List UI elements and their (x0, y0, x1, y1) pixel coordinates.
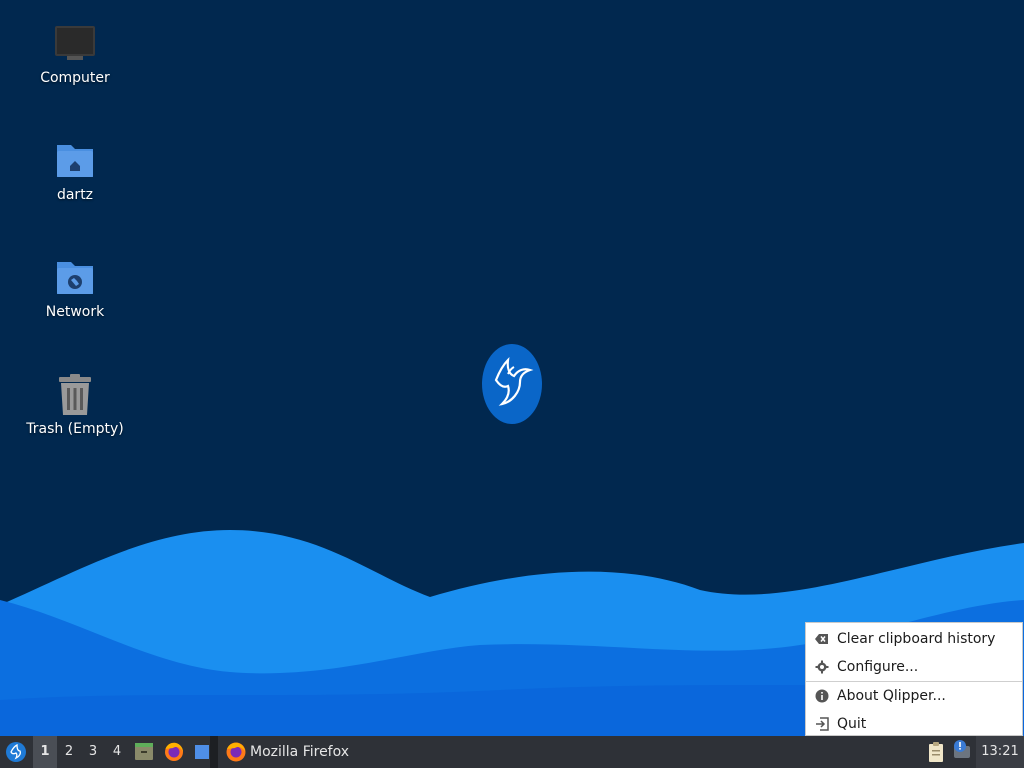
info-icon (815, 689, 829, 703)
desktop-icon-computer[interactable]: Computer (20, 20, 130, 86)
lubuntu-menu-icon (6, 742, 26, 762)
tray-notification[interactable] (950, 736, 974, 768)
network-folder-icon (57, 262, 93, 294)
menu-item-quit[interactable]: Quit (806, 710, 1022, 736)
menu-item-clear-clipboard-history[interactable]: Clear clipboard history (806, 625, 1022, 653)
tray-clipboard[interactable] (924, 736, 948, 768)
desktop-icon-home[interactable]: dartz (20, 137, 130, 203)
menu-item-label: Clear clipboard history (837, 631, 996, 647)
start-menu-button[interactable] (2, 736, 30, 768)
desktop-icon-label: Computer (40, 70, 110, 86)
taskbar-task-firefox[interactable]: Mozilla Firefox (220, 736, 420, 768)
desktop: Computer dartz Network Trash (Empty) Cle… (0, 0, 1024, 736)
menu-item-label: About Qlipper... (837, 688, 946, 704)
firefox-launcher[interactable] (162, 736, 186, 768)
desktop-icon-trash[interactable]: Trash (Empty) (20, 371, 130, 437)
desktop-icon-network[interactable]: Network (20, 254, 130, 320)
taskbar-separator (210, 736, 218, 768)
desktop-icon-label: Network (45, 304, 105, 320)
workspace-2[interactable]: 2 (57, 736, 81, 768)
trash-icon (59, 374, 91, 415)
taskbar-task-label: Mozilla Firefox (250, 744, 350, 760)
gear-icon (815, 660, 829, 674)
firefox-icon (226, 742, 246, 762)
clipboard-context-menu: Clear clipboard history Configure... Abo… (805, 622, 1023, 736)
computer-icon (55, 26, 95, 60)
menu-item-label: Configure... (837, 659, 919, 675)
firefox-icon (165, 742, 183, 761)
taskbar: 1 2 3 4 Mozilla Firefox 13:21 (0, 736, 1024, 768)
clipboard-icon (929, 742, 943, 762)
quit-icon (816, 717, 829, 731)
desktop-icon-label: Trash (Empty) (26, 421, 124, 437)
file-manager-launcher[interactable] (132, 736, 156, 768)
desktop-icon-label: dartz (56, 187, 94, 203)
clock[interactable]: 13:21 (976, 736, 1024, 768)
home-folder-icon (57, 145, 93, 177)
menu-item-about-qlipper[interactable]: About Qlipper... (806, 682, 1022, 710)
clear-icon (815, 634, 828, 644)
menu-item-configure[interactable]: Configure... (806, 653, 1022, 681)
lubuntu-logo-icon (482, 344, 542, 424)
workspace-3[interactable]: 3 (81, 736, 105, 768)
workspace-4[interactable]: 4 (105, 736, 129, 768)
file-manager-icon (135, 743, 153, 760)
notification-icon (954, 740, 970, 758)
workspace-1[interactable]: 1 (33, 736, 57, 768)
menu-item-label: Quit (837, 716, 867, 732)
